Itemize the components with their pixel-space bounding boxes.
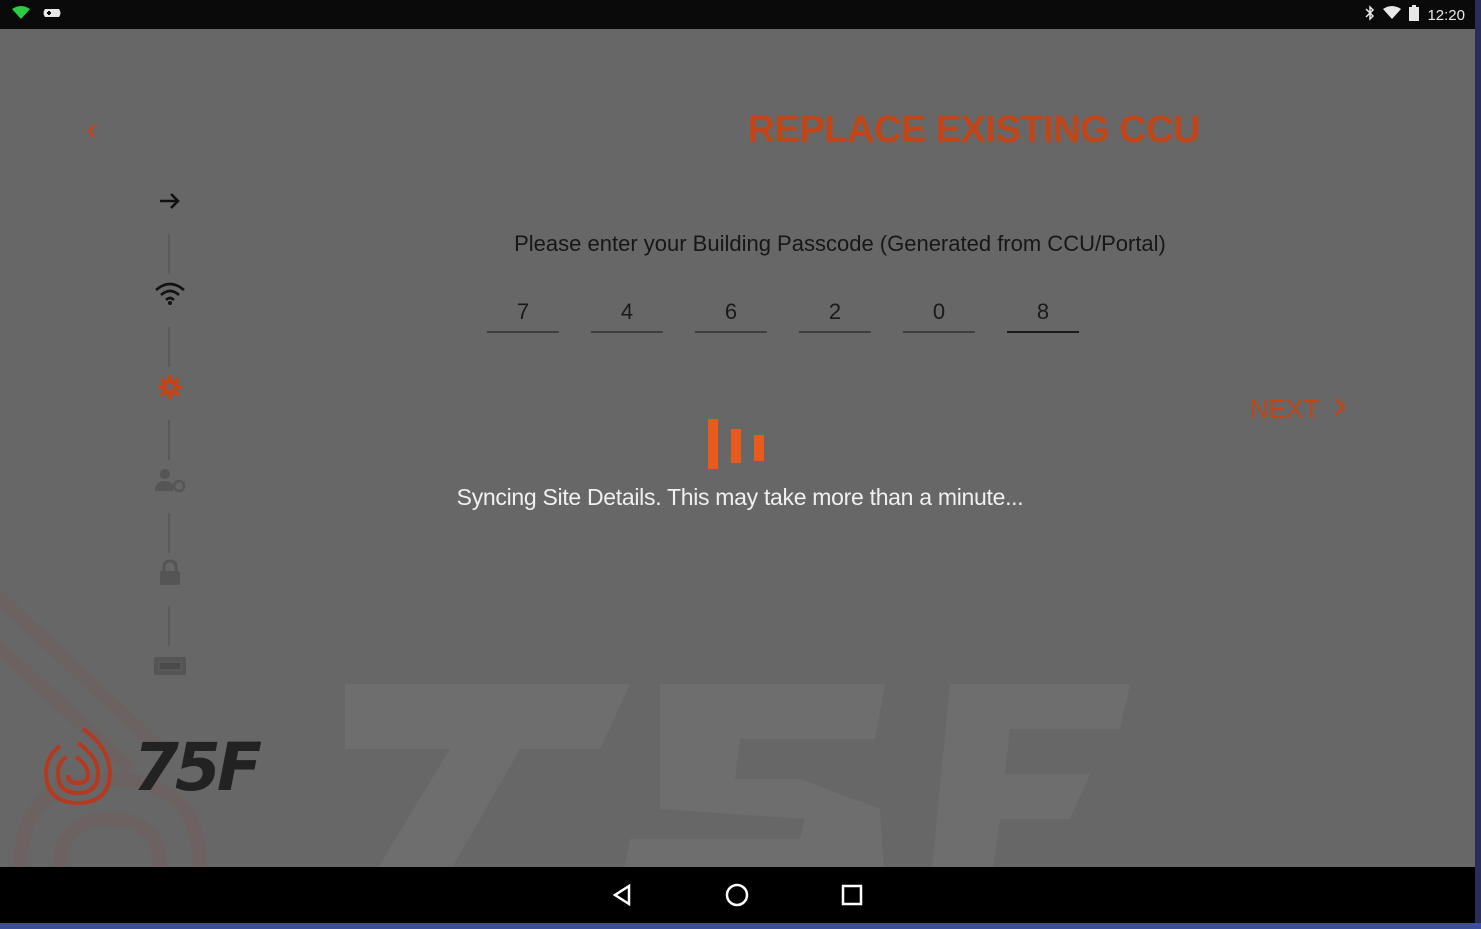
stepper-connector	[168, 513, 170, 553]
loader-bar	[731, 429, 741, 463]
wifi-icon	[150, 274, 190, 314]
sync-status-message: Syncing Site Details. This may take more…	[456, 484, 1024, 510]
watermark-logo	[345, 684, 1130, 867]
frame-edge	[0, 923, 1481, 929]
recents-square-icon[interactable]	[837, 880, 867, 910]
next-button[interactable]: NEXT	[1250, 389, 1347, 429]
wifi-icon	[1383, 6, 1402, 24]
chevron-right-icon	[1333, 394, 1347, 425]
android-nav-bar	[0, 867, 1475, 923]
passcode-prompt: Please enter your Building Passcode (Gen…	[514, 231, 1166, 256]
arrow-right-icon	[150, 181, 190, 221]
loading-spinner	[706, 419, 776, 479]
flame-logo-icon	[43, 727, 113, 806]
stepper-connector	[168, 606, 170, 646]
gear-icon	[150, 367, 190, 407]
tablet-screen: 12:20 REPLACE EXISTING CCU Please enter …	[0, 0, 1475, 923]
stepper-connector	[168, 327, 170, 367]
device-icon	[150, 646, 190, 686]
home-circle-icon[interactable]	[722, 880, 752, 910]
user-settings-icon	[150, 460, 190, 500]
bluetooth-icon	[1365, 5, 1375, 25]
passcode-inputs: 7 4 6 2 0 8	[487, 293, 1087, 339]
next-label: NEXT	[1250, 393, 1320, 424]
passcode-digit-6[interactable]: 8	[1007, 293, 1079, 333]
frame-edge	[1475, 0, 1481, 929]
status-time: 12:20	[1427, 6, 1465, 24]
loader-bar	[708, 419, 718, 469]
status-bar: 12:20	[0, 0, 1475, 29]
brand-wordmark: 75F	[133, 729, 262, 806]
lock-icon	[150, 553, 190, 593]
replace-ccu-screen: REPLACE EXISTING CCU Please enter your B…	[0, 29, 1475, 867]
loader-bar	[754, 435, 764, 461]
passcode-digit-4[interactable]: 2	[799, 293, 871, 333]
stepper-connector	[168, 234, 170, 274]
game-controller-icon	[42, 6, 62, 25]
passcode-digit-1[interactable]: 7	[487, 293, 559, 333]
battery-icon	[1409, 5, 1420, 25]
brand-logo: 75F	[38, 721, 298, 821]
setup-stepper	[140, 184, 200, 684]
back-chevron-icon[interactable]	[78, 115, 106, 147]
passcode-digit-2[interactable]: 4	[591, 293, 663, 333]
passcode-digit-5[interactable]: 0	[903, 293, 975, 333]
wifi-green-icon	[12, 6, 30, 25]
page-title: REPLACE EXISTING CCU	[747, 109, 1201, 151]
stepper-connector	[168, 420, 170, 460]
back-triangle-icon[interactable]	[607, 880, 637, 910]
passcode-digit-3[interactable]: 6	[695, 293, 767, 333]
